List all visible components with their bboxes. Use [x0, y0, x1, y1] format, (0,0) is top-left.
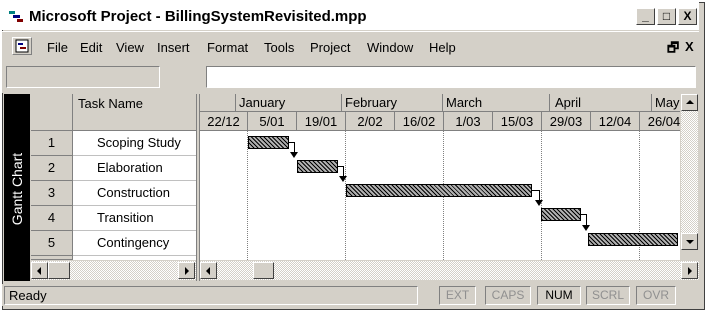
month-separator [651, 94, 652, 112]
gantt-bar-scoping-study[interactable] [248, 136, 289, 149]
timescale-week: 2/02 [357, 114, 383, 129]
dependency-arrow-icon [290, 152, 298, 158]
ext-indicator: EXT [439, 286, 476, 305]
row-id-cell[interactable]: 5 [31, 231, 73, 256]
timescale-minor: 22/12 5/01 19/01 2/02 16/02 1/03 15/03 2… [200, 112, 680, 131]
timescale-month: February [345, 95, 398, 110]
row-id-cell[interactable]: 4 [31, 206, 73, 231]
entry-bar [2, 61, 699, 93]
timescale-month: March [446, 95, 483, 110]
scroll-left-button[interactable] [200, 262, 217, 279]
scroll-right-button[interactable] [178, 262, 195, 279]
row-id-cell[interactable]: 1 [31, 131, 73, 156]
close-button[interactable]: X [678, 8, 697, 25]
arrow-up-icon [686, 100, 694, 104]
column-header-id[interactable] [31, 94, 73, 131]
row-id-cell[interactable]: 2 [31, 156, 73, 181]
menu-window[interactable]: Window [367, 40, 413, 55]
month-separator [549, 94, 550, 112]
timescale-week: 15/03 [500, 114, 534, 129]
task-name-cell[interactable]: Construction [73, 181, 196, 206]
task-name-cell[interactable]: Elaboration [73, 156, 196, 181]
vertical-scrollbar[interactable] [680, 94, 699, 260]
scroll-left-button[interactable] [31, 262, 48, 279]
gantt-bar-contingency[interactable] [588, 233, 678, 246]
task-table: Task Name 1 Scoping Study 2 Elaboration … [31, 94, 196, 260]
menu-project[interactable]: Project [310, 40, 350, 55]
timescale-major: January February March April May [200, 94, 680, 112]
scroll-track[interactable] [681, 111, 698, 233]
month-separator [341, 94, 342, 112]
status-bar: Ready EXT CAPS NUM SCRL OVR [2, 284, 701, 306]
dependency-arrow-icon [535, 200, 543, 206]
month-separator [235, 94, 236, 112]
menu-tools[interactable]: Tools [264, 40, 294, 55]
timescale-month: April [555, 95, 582, 110]
minimize-button[interactable]: _ [636, 8, 655, 25]
menu-insert[interactable]: Insert [157, 40, 190, 55]
gantt-bar-transition[interactable] [541, 208, 581, 221]
gridline [247, 131, 248, 260]
row-id-cell [31, 256, 73, 260]
timescale-week: 1/03 [455, 114, 481, 129]
timescale-week: 29/03 [549, 114, 583, 129]
gantt-chart: January February March April May 22/12 5… [200, 94, 680, 260]
arrow-right-icon [185, 267, 189, 275]
menu-view[interactable]: View [116, 40, 144, 55]
view-bar[interactable]: Gantt Chart [4, 94, 30, 281]
column-header-task-name[interactable]: Task Name [73, 94, 196, 131]
table-horizontal-scrollbar[interactable] [31, 261, 196, 280]
document-icon [15, 39, 29, 53]
timescale-month: January [239, 95, 286, 110]
close-document-button[interactable]: X [685, 39, 694, 54]
timescale-week: 16/02 [402, 114, 436, 129]
timescale-week: 19/01 [304, 114, 338, 129]
task-name-cell[interactable]: Scoping Study [73, 131, 196, 156]
arrow-right-icon [688, 267, 692, 275]
view-bar-label: Gantt Chart [9, 152, 25, 226]
menu-format[interactable]: Format [207, 40, 248, 55]
arrow-left-icon [206, 267, 210, 275]
scroll-thumb[interactable] [253, 262, 274, 279]
dependency-arrow-icon [339, 176, 347, 182]
month-separator [442, 94, 443, 112]
num-indicator: NUM [537, 286, 581, 305]
timescale-week: 22/12 [207, 114, 240, 129]
title-bar[interactable]: Microsoft Project - BillingSystemRevisit… [2, 2, 699, 30]
menu-file[interactable]: File [47, 40, 68, 55]
menu-help[interactable]: Help [429, 40, 456, 55]
task-name-cell[interactable]: Transition [73, 206, 196, 231]
cell-reference-box [6, 66, 160, 88]
scroll-up-button[interactable] [681, 94, 698, 111]
restore-document-button[interactable]: 🗗 [667, 39, 679, 61]
scrl-indicator: SCRL [586, 286, 630, 305]
document-control-icon[interactable] [12, 37, 32, 55]
gantt-bar-construction[interactable] [346, 184, 532, 197]
menu-edit[interactable]: Edit [80, 40, 102, 55]
scroll-down-button[interactable] [681, 233, 698, 250]
timescale-month: May [655, 95, 680, 110]
window-title: Microsoft Project - BillingSystemRevisit… [29, 8, 367, 25]
timescale-week: 12/04 [598, 114, 632, 129]
row-id-cell[interactable]: 3 [31, 181, 73, 206]
menu-bar: File Edit View Insert Format Tools Proje… [2, 31, 699, 61]
entry-field[interactable] [206, 66, 696, 88]
ovr-indicator: OVR [636, 286, 676, 305]
timescale-week: 26/04 [647, 114, 680, 129]
timescale-week: 5/01 [259, 114, 285, 129]
gantt-horizontal-scrollbar[interactable] [200, 261, 699, 280]
caps-indicator: CAPS [485, 286, 531, 305]
task-name-cell[interactable]: Contingency [73, 231, 196, 256]
scroll-right-button[interactable] [681, 262, 698, 279]
arrow-left-icon [37, 267, 41, 275]
dependency-arrow-icon [582, 225, 590, 231]
gantt-bar-elaboration[interactable] [297, 160, 338, 173]
status-text: Ready [4, 286, 418, 305]
scroll-thumb[interactable] [48, 262, 70, 279]
maximize-button[interactable]: □ [657, 8, 676, 25]
arrow-down-icon [686, 240, 694, 244]
ms-project-app-icon [8, 9, 24, 24]
gridline [541, 131, 542, 260]
